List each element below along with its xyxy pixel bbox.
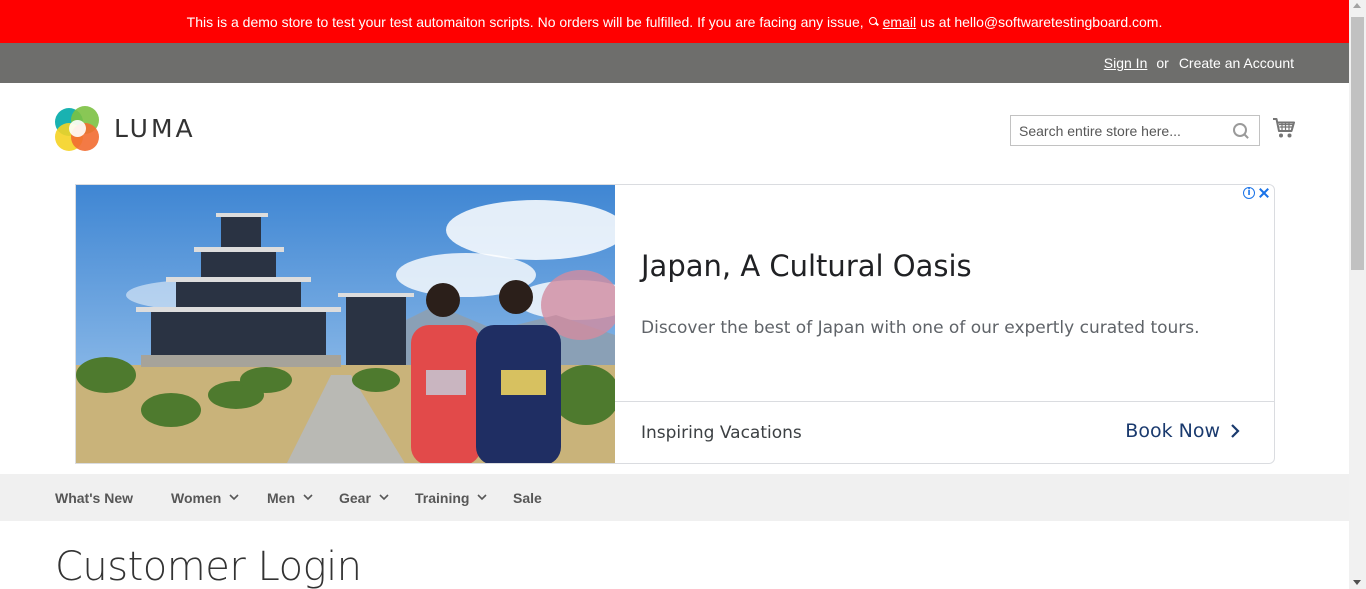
- luma-logo-icon: [55, 105, 100, 151]
- nav-item-men[interactable]: Men: [267, 474, 313, 521]
- chevron-down-icon: [379, 494, 389, 501]
- nav-label: Women: [171, 489, 222, 506]
- search-box: [1010, 115, 1260, 146]
- ad-description: Discover the best of Japan with one of o…: [641, 318, 1200, 338]
- chevron-down-icon: [477, 494, 488, 501]
- ad-title[interactable]: Japan, A Cultural Oasis: [641, 249, 972, 283]
- demo-banner-text: This is a demo store to test your test a…: [186, 13, 864, 30]
- ad-close-icon[interactable]: [1258, 186, 1271, 199]
- page-title: Customer Login: [55, 544, 362, 589]
- search-icon[interactable]: [1232, 122, 1250, 140]
- book-now-label: Book Now: [1125, 420, 1220, 442]
- demo-store-banner: This is a demo store to test your test a…: [0, 0, 1349, 43]
- logo-text: LUMA: [114, 113, 196, 143]
- demo-banner-email-text: us at hello@softwaretestingboard.com.: [920, 13, 1163, 30]
- ad-info-icon[interactable]: i: [1243, 187, 1255, 199]
- scroll-down-icon[interactable]: [1353, 580, 1361, 585]
- nav-item-whats-new[interactable]: What's New: [55, 474, 133, 521]
- nav-label: What's New: [55, 489, 134, 506]
- account-bar: Sign In or Create an Account: [0, 43, 1349, 83]
- scrollbar-thumb[interactable]: [1351, 17, 1364, 270]
- nav-item-women[interactable]: Women: [171, 474, 239, 521]
- ad-advertiser: Inspiring Vacations: [641, 423, 802, 443]
- header: LUMA: [0, 83, 1349, 175]
- nav-label: Sale: [513, 489, 542, 506]
- nav-label: Gear: [339, 489, 371, 506]
- nav-item-sale[interactable]: Sale: [513, 474, 542, 521]
- ad-banner[interactable]: Japan, A Cultural Oasis Discover the bes…: [75, 184, 1275, 464]
- ad-image: [76, 185, 615, 463]
- main-nav: What's New Women Men Gear Training Sale: [0, 474, 1349, 521]
- vertical-scrollbar[interactable]: [1349, 0, 1366, 589]
- create-account-link[interactable]: Create an Account: [1179, 55, 1294, 71]
- sign-in-link[interactable]: Sign In: [1104, 55, 1148, 71]
- chevron-right-icon: [1231, 424, 1240, 438]
- or-separator: or: [1156, 55, 1169, 71]
- chevron-down-icon: [303, 494, 313, 501]
- nav-item-training[interactable]: Training: [415, 474, 488, 521]
- nav-label: Training: [415, 489, 470, 506]
- book-now-button[interactable]: Book Now: [1125, 420, 1240, 442]
- nav-item-gear[interactable]: Gear: [339, 474, 389, 521]
- luma-logo[interactable]: LUMA: [55, 105, 205, 151]
- search-input[interactable]: [1011, 116, 1221, 145]
- search-icon: [868, 16, 881, 28]
- ad-divider: [615, 401, 1274, 402]
- email-link[interactable]: email: [883, 14, 916, 30]
- cart-icon[interactable]: [1272, 116, 1296, 140]
- chevron-down-icon: [229, 494, 239, 501]
- scroll-up-icon[interactable]: [1353, 3, 1361, 8]
- page: This is a demo store to test your test a…: [0, 0, 1366, 589]
- nav-label: Men: [267, 489, 295, 506]
